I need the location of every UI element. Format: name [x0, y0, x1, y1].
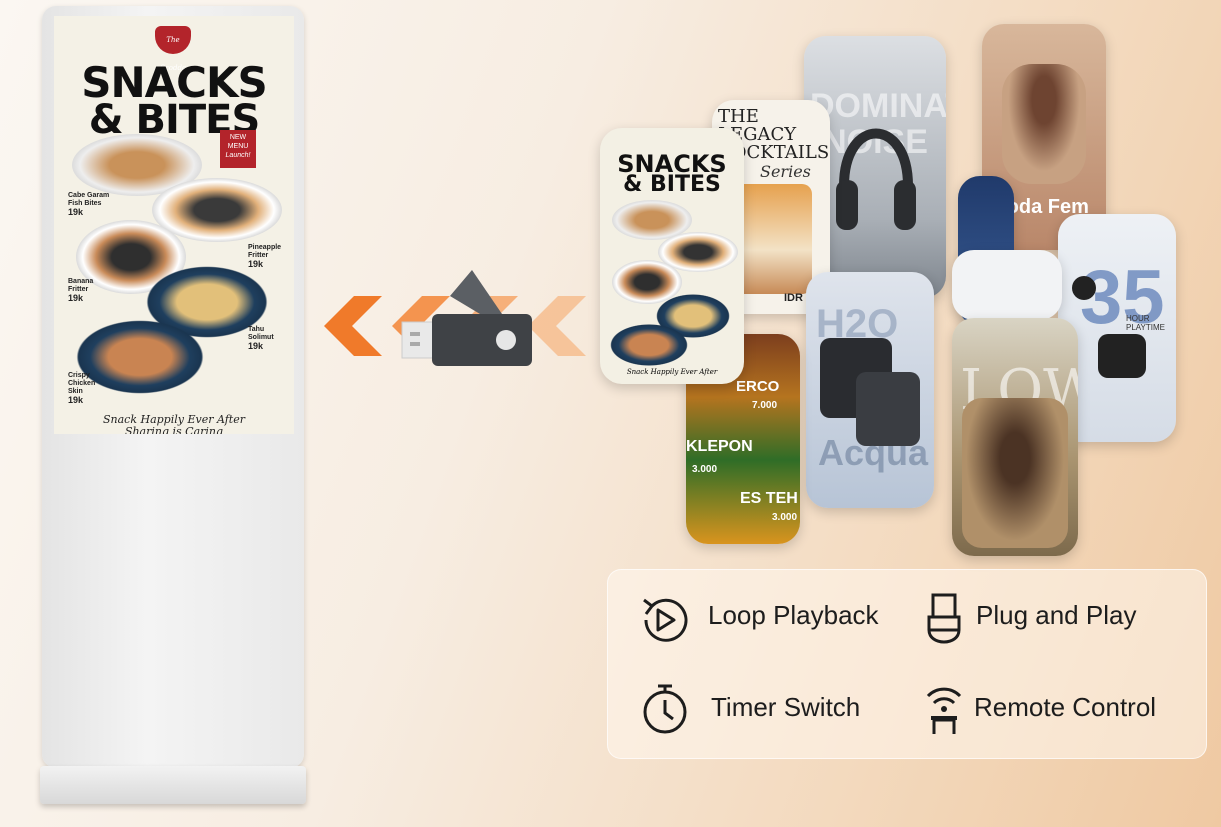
- mini-dish: [610, 324, 688, 366]
- feature-remote-control: Remote Control: [974, 692, 1157, 722]
- mini-poster-card: SNACKS & BITES Snack Happily Ever After: [600, 128, 744, 384]
- white-device-card: [952, 250, 1062, 320]
- mini-poster-tagline: Snack Happily Ever After: [626, 368, 718, 376]
- remote-signal-icon: [926, 687, 962, 734]
- badge-line3: Launch!: [225, 152, 251, 159]
- menu-item: Crispy Chicken Skin 19k: [68, 372, 96, 405]
- food-word3: ES TEH: [740, 490, 798, 507]
- loop-playback-icon: [643, 598, 688, 642]
- fashion-group-card: LOW: [952, 318, 1078, 556]
- fashion-group-models: [962, 398, 1068, 548]
- cocktail-glasses: [732, 184, 812, 294]
- feature-loop-playback: Loop Playback: [708, 600, 879, 630]
- usb-plug-icon: [927, 593, 961, 644]
- action-camera-card: H2O Acqua: [806, 272, 934, 508]
- brand-logo: The Scoddc: [155, 26, 191, 72]
- chevron-1: [324, 296, 382, 356]
- menu-item: Tahu Solimut 19k: [248, 326, 274, 351]
- food-word1: ERCO: [736, 378, 780, 395]
- food-price3: 3.000: [772, 512, 798, 523]
- menu-item: Cabe Garam Fish Bites 19k: [68, 192, 110, 217]
- earbuds-playtime: HOUR PLAYTIME: [1126, 314, 1165, 332]
- feature-timer-switch: Timer Switch: [711, 692, 861, 722]
- stopwatch-icon: [643, 684, 687, 734]
- food-word2: KLEPON: [686, 438, 753, 455]
- badge-line2: MENU: [227, 143, 249, 150]
- features-panel: Loop Playback Plug and Play Timer Switch…: [607, 569, 1207, 759]
- food-price2: 3.000: [692, 464, 718, 475]
- menu-item: Banana Fritter 19k: [68, 278, 94, 303]
- headphones-icon: [836, 128, 916, 230]
- menu-item: Pineapple Fritter 19k: [248, 244, 282, 269]
- new-menu-badge: NEW MENU Launch!: [220, 130, 256, 168]
- food-price1: 7.000: [752, 400, 778, 411]
- kiosk-screen: The Scoddc SNACKS & BITES NEW MENU Launc…: [54, 16, 294, 434]
- badge-line1: NEW: [229, 134, 247, 141]
- camera-word2: Acqua: [818, 432, 929, 473]
- earbud-case: [1098, 334, 1146, 378]
- kiosk-base: [40, 766, 306, 804]
- cocktail-series: Series: [760, 162, 811, 181]
- fashion-models: [1002, 64, 1086, 184]
- poster-tagline2: Sharing is Caring: [124, 425, 224, 435]
- feature-plug-and-play: Plug and Play: [976, 600, 1137, 630]
- mini-poster-title2: & BITES: [623, 172, 721, 197]
- usb-drive-icon: [401, 270, 532, 366]
- poster-title-line2: & BITES: [88, 97, 261, 143]
- earbud-left: [1072, 276, 1096, 300]
